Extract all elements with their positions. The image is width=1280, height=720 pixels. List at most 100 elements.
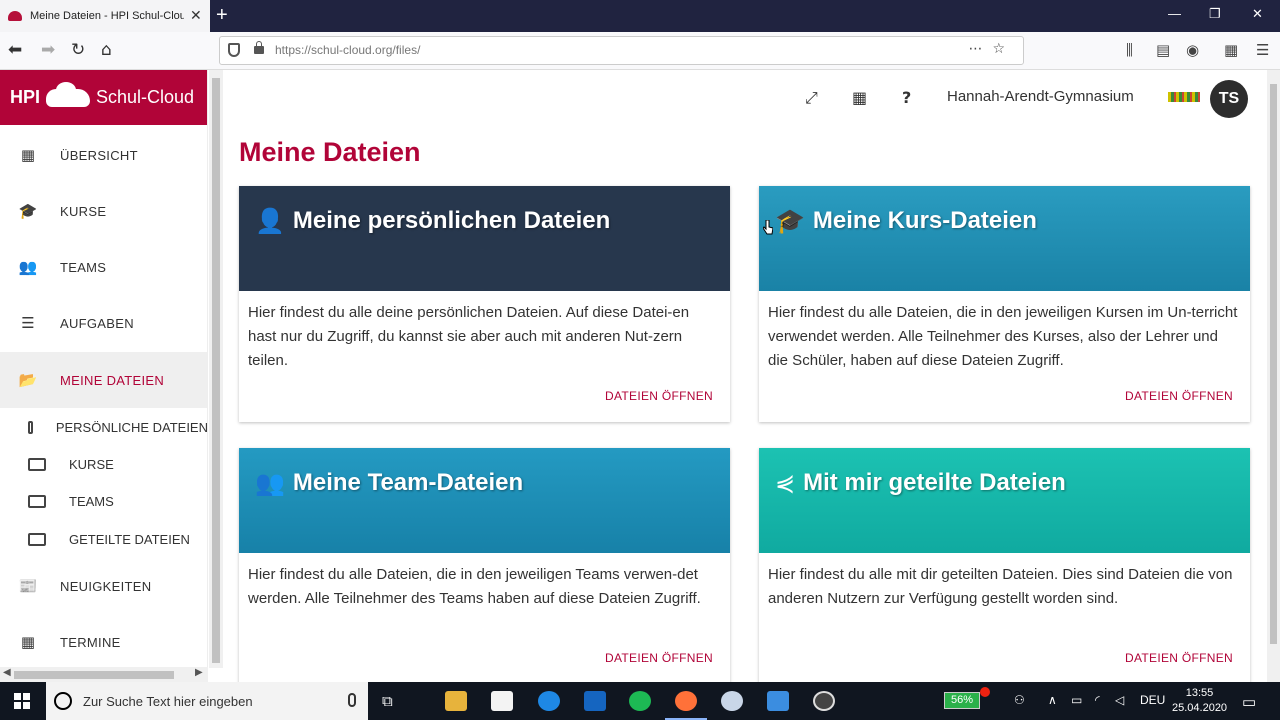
card-title: Meine persönlichen Dateien (292, 207, 611, 234)
notifications-icon[interactable]: ▭ (1242, 693, 1256, 711)
sidebar-horizontal-scrollbar[interactable]: ◀ ▶ (0, 667, 208, 682)
sidebar-subitem-geteilte-dateien[interactable]: GETEILTE DATEIEN (0, 521, 207, 557)
help-icon[interactable]: ? (902, 88, 911, 107)
sidebar-item-label: ÜBERSICHT (60, 147, 138, 163)
folder-open-icon (28, 532, 46, 546)
library-icon[interactable]: ⫼ (1126, 41, 1133, 59)
sidebar-item-label: MEINE DATEIEN (60, 372, 165, 388)
window-close-icon[interactable]: ✕ (1252, 6, 1263, 22)
url-text[interactable]: https://schul-cloud.org/files/ (275, 43, 420, 57)
mail-icon[interactable] (767, 691, 789, 711)
sidebar-subitem-teams[interactable]: TEAMS (0, 483, 207, 519)
defender-icon[interactable] (584, 691, 606, 711)
recording-dot-icon (980, 687, 990, 697)
input-language[interactable]: DEU (1140, 693, 1165, 707)
battery-icon[interactable]: ▭ (1071, 693, 1082, 707)
windows-start-icon[interactable] (14, 693, 30, 709)
volume-icon[interactable]: ◁ (1115, 693, 1124, 707)
wifi-icon[interactable]: ◜ (1095, 693, 1100, 707)
page-title: Meine Dateien (239, 137, 421, 167)
card-title: Meine Team-Dateien (292, 469, 524, 496)
store-icon[interactable] (491, 691, 513, 711)
sidebar-subitem-persoenliche-dateien[interactable]: PERSÖNLICHE DATEIEN (0, 409, 207, 445)
open-files-link[interactable]: DATEIEN ÖFFNEN (605, 389, 713, 403)
windows-taskbar: Zur Suche Text hier eingeben ⧉ 56% ⚇ ∧ ▭… (0, 682, 1280, 720)
tasks-icon: ☰ (21, 314, 35, 332)
new-tab-icon[interactable]: + (216, 4, 228, 27)
sidebar-subitem-kurse[interactable]: KURSE (0, 446, 207, 482)
obs-icon[interactable] (813, 691, 835, 711)
maximize-icon[interactable]: ❐ (1209, 6, 1221, 22)
brand-logo[interactable]: HPI Schul-Cloud (0, 70, 207, 125)
url-bar[interactable]: https://schul-cloud.org/files/ ⋯☆ (219, 36, 1024, 65)
qr-code-icon[interactable]: ▦ (852, 88, 867, 107)
menu-icon[interactable]: ☰ (1256, 41, 1269, 59)
lock-icon[interactable] (254, 41, 264, 54)
page-scroll-thumb[interactable] (1270, 84, 1277, 644)
sidebar-item-label: NEUIGKEITEN (60, 578, 152, 594)
card-team-files[interactable]: 👥 Meine Team-Dateien Hier findest du all… (239, 448, 730, 682)
sidebar-item-kurse[interactable]: 🎓 KURSE (0, 183, 207, 239)
sidebar-subitem-label: GETEILTE DATEIEN (69, 531, 190, 547)
card-course-files[interactable]: 🎓 Meine Kurs-Dateien Hier findest du all… (759, 186, 1250, 422)
cortana-icon (54, 692, 72, 710)
account-icon[interactable]: ◉ (1186, 41, 1199, 59)
clock-time: 13:55 (1185, 687, 1214, 699)
taskbar-search[interactable]: Zur Suche Text hier eingeben (46, 682, 368, 720)
microphone-icon[interactable] (348, 693, 356, 707)
minimize-icon[interactable]: — (1168, 6, 1181, 21)
page-actions-icon[interactable]: ⋯☆ (968, 41, 1015, 57)
back-icon[interactable]: ⬅ (8, 40, 22, 60)
taskbar-clock[interactable]: 13:55 25.04.2020 (1172, 686, 1227, 716)
sidebar-scrollbar[interactable] (209, 70, 223, 668)
close-tab-icon[interactable]: ✕ (190, 8, 202, 24)
people-icon[interactable]: ⚇ (1014, 693, 1025, 707)
sidebar-toggle-icon[interactable]: ▤ (1156, 41, 1170, 59)
sidebar-scroll-thumb[interactable] (212, 78, 220, 663)
main-content: ⤢ ▦ ? Hannah-Arendt-Gymnasium TS Meine D… (223, 70, 1267, 682)
card-shared-files[interactable]: ⋞ Mit mir geteilte Dateien Hier findest … (759, 448, 1250, 682)
home-icon[interactable]: ⌂ (101, 40, 112, 60)
battery-indicator[interactable]: 56% (944, 692, 980, 709)
show-hidden-icons-icon[interactable]: ∧ (1048, 693, 1057, 707)
avatar[interactable]: TS (1210, 80, 1248, 118)
edge-icon[interactable] (538, 691, 560, 711)
tracking-shield-icon[interactable] (228, 43, 240, 57)
folder-open-icon (28, 420, 33, 434)
page-scrollbar[interactable] (1267, 70, 1280, 682)
fullscreen-icon[interactable]: ⤢ (805, 88, 818, 108)
sidebar-item-label: KURSE (60, 203, 107, 219)
sidebar-item-neuigkeiten[interactable]: 📰 NEUIGKEITEN (0, 558, 207, 614)
school-logo (1168, 92, 1200, 102)
reload-icon[interactable]: ↻ (71, 40, 85, 60)
card-header[interactable]: ⋞ Mit mir geteilte Dateien (759, 448, 1250, 553)
card-header[interactable]: 👥 Meine Team-Dateien (239, 448, 730, 553)
school-name[interactable]: Hannah-Arendt-Gymnasium (947, 88, 1134, 105)
open-files-link[interactable]: DATEIEN ÖFFNEN (1125, 651, 1233, 665)
sidebar-item-aufgaben[interactable]: ☰ AUFGABEN (0, 295, 207, 351)
horizontal-scroll-thumb[interactable] (14, 671, 174, 679)
spotify-icon[interactable] (629, 691, 651, 711)
sidebar-item-termine[interactable]: ▦ TERMINE (0, 614, 207, 668)
card-header[interactable]: 👤 Meine persönlichen Dateien (239, 186, 730, 291)
forward-icon[interactable]: ➡ (41, 40, 55, 60)
sidebar-item-meine-dateien[interactable]: 📂 MEINE DATEIEN (0, 352, 207, 408)
card-personal-files[interactable]: 👤 Meine persönlichen Dateien Hier findes… (239, 186, 730, 422)
sidebar-item-teams[interactable]: 👥 TEAMS (0, 239, 207, 295)
scroll-left-icon[interactable]: ◀ (3, 667, 11, 678)
card-description: Hier findest du alle Dateien, die in den… (768, 304, 1238, 369)
extensions-icon[interactable]: ▦ (1224, 41, 1238, 59)
cloud-logo-icon (46, 81, 91, 107)
card-header[interactable]: 🎓 Meine Kurs-Dateien (759, 186, 1250, 291)
scroll-right-icon[interactable]: ▶ (195, 667, 203, 678)
brand-prefix: HPI (10, 87, 41, 107)
file-explorer-icon[interactable] (445, 691, 467, 711)
task-view-icon[interactable]: ⧉ (382, 693, 393, 710)
firefox-icon[interactable] (675, 691, 697, 711)
folder-open-icon (28, 457, 46, 471)
browser-tab[interactable]: Meine Dateien - HPI Schul-Cloud ✕ (0, 0, 210, 32)
open-files-link[interactable]: DATEIEN ÖFFNEN (605, 651, 713, 665)
sidebar-item-uebersicht[interactable]: ▦ ÜBERSICHT (0, 127, 207, 183)
app-icon[interactable] (721, 691, 743, 711)
open-files-link[interactable]: DATEIEN ÖFFNEN (1125, 389, 1233, 403)
